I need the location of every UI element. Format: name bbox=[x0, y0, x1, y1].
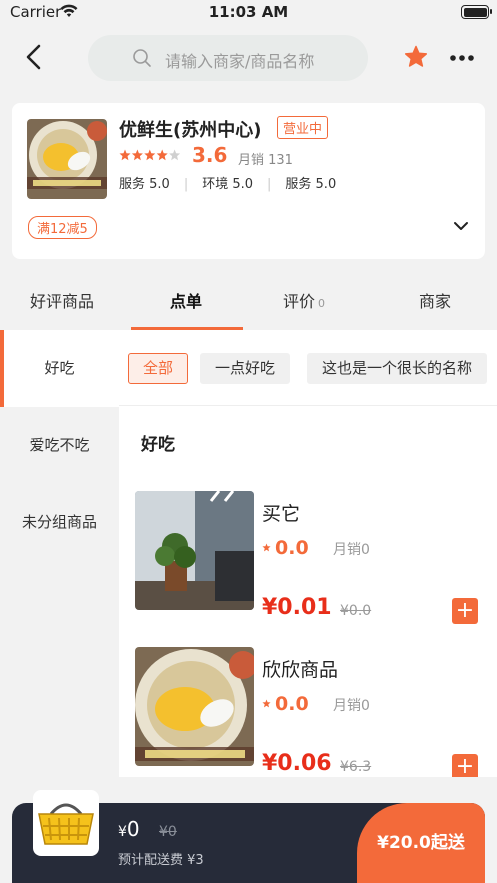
cart-currency: ¥ bbox=[118, 824, 127, 840]
category-label: 未分组商品 bbox=[21, 513, 97, 531]
category-item-tasty[interactable]: 好吃 bbox=[0, 330, 119, 407]
product-price: ¥0.06 bbox=[262, 751, 332, 776]
product-original-price: ¥0.0 bbox=[340, 603, 372, 619]
star-filled-icon bbox=[156, 149, 168, 161]
star-filled-icon bbox=[119, 149, 131, 161]
product-item[interactable]: 欣欣商品 0.0 月销0 ¥0.06 ¥6.3 + bbox=[119, 647, 497, 777]
product-rating: 0.0 bbox=[275, 693, 309, 715]
filter-chip-long-name[interactable]: 这也是一个很长的名称 bbox=[307, 353, 488, 384]
product-item[interactable]: 买它 0.0 月销0 ¥0.01 ¥0.0 + bbox=[119, 491, 497, 631]
product-image bbox=[135, 491, 254, 610]
review-count: 0 bbox=[318, 297, 325, 310]
add-to-cart-button[interactable]: + bbox=[452, 598, 478, 624]
more-icon[interactable] bbox=[449, 54, 475, 62]
group-title: 好吃 bbox=[141, 435, 175, 455]
product-name: 买它 bbox=[262, 503, 301, 525]
filter-chip-a-bit-tasty[interactable]: 一点好吃 bbox=[200, 353, 291, 384]
score-service-2: 服务 5.0 bbox=[285, 177, 337, 192]
store-scores: 服务 5.0 | 环境 5.0 | 服务 5.0 bbox=[119, 177, 337, 192]
tab-order[interactable]: 点单 bbox=[124, 288, 248, 312]
category-label: 好吃 bbox=[44, 359, 75, 377]
store-status-badge: 营业中 bbox=[277, 116, 329, 139]
product-sales: 月销0 bbox=[333, 542, 370, 558]
tab-label: 商家 bbox=[418, 292, 451, 311]
tab-merchant[interactable]: 商家 bbox=[373, 288, 497, 312]
delivery-fee: 预计配送费 ¥3 bbox=[118, 853, 204, 868]
clock: 11:03 AM bbox=[208, 3, 289, 21]
search-icon bbox=[133, 49, 151, 67]
tab-label: 好评商品 bbox=[29, 292, 94, 311]
back-icon[interactable] bbox=[20, 42, 50, 72]
favorite-star-icon[interactable] bbox=[404, 45, 428, 69]
shopping-basket-icon bbox=[38, 803, 94, 845]
active-category-indicator bbox=[0, 330, 4, 407]
store-monthly-sales: 月销 131 bbox=[238, 153, 293, 168]
filter-chips: 全部 一点好吃 这也是一个很长的名称 bbox=[119, 330, 497, 406]
star-icon bbox=[262, 699, 271, 708]
star-filled-icon bbox=[144, 149, 156, 161]
store-name: 优鲜生(苏州中心) bbox=[119, 120, 262, 141]
score-environment: 环境 5.0 bbox=[202, 177, 254, 192]
store-logo bbox=[27, 119, 107, 199]
star-icon bbox=[262, 543, 271, 552]
category-label: 爱吃不吃 bbox=[29, 436, 90, 454]
add-to-cart-button[interactable]: + bbox=[452, 754, 478, 777]
cart-original-total: ¥0 bbox=[159, 824, 177, 840]
score-service: 服务 5.0 bbox=[119, 177, 170, 192]
battery-icon bbox=[461, 5, 492, 19]
store-rating: 3.6 bbox=[192, 143, 228, 167]
tab-label: 点单 bbox=[169, 292, 202, 311]
status-bar: Carrier 11:03 AM bbox=[0, 0, 497, 26]
rating-stars bbox=[119, 149, 181, 161]
promo-tag: 满12减5 bbox=[28, 216, 97, 239]
store-info-card: 优鲜生(苏州中心) 营业中 3.6 月销 131 服务 5.0 | 环境 5.0 | 服… bbox=[12, 103, 485, 259]
chevron-down-icon[interactable] bbox=[453, 220, 469, 232]
tab-good-reviews[interactable]: 好评商品 bbox=[0, 288, 124, 312]
category-sidebar: 好吃 爱吃不吃 未分组商品 bbox=[0, 330, 119, 800]
product-image bbox=[135, 647, 254, 766]
star-empty-icon bbox=[169, 149, 181, 161]
product-original-price: ¥6.3 bbox=[340, 759, 372, 775]
store-tabs: 好评商品 点单 评价 0 商家 bbox=[0, 270, 497, 330]
tab-reviews[interactable]: 评价 0 bbox=[242, 288, 366, 312]
search-placeholder: 请输入商家/商品名称 bbox=[165, 52, 315, 71]
cart-basket-button[interactable] bbox=[33, 790, 99, 856]
cart-total: ¥0 bbox=[118, 817, 140, 841]
tab-label: 评价 bbox=[282, 292, 315, 311]
category-item-love-it-or-not[interactable]: 爱吃不吃 bbox=[0, 407, 119, 484]
cart-total-value: 0 bbox=[126, 817, 140, 841]
product-list-panel: 全部 一点好吃 这也是一个很长的名称 好吃 买它 0.0 月销0 ¥0.01 ¥… bbox=[119, 330, 497, 777]
product-price: ¥0.01 bbox=[262, 595, 332, 620]
filter-chip-all[interactable]: 全部 bbox=[128, 353, 189, 384]
product-name: 欣欣商品 bbox=[262, 659, 339, 681]
category-item-ungrouped[interactable]: 未分组商品 bbox=[0, 484, 119, 561]
search-input[interactable]: 请输入商家/商品名称 bbox=[88, 35, 368, 81]
product-sales: 月销0 bbox=[333, 698, 370, 714]
star-filled-icon bbox=[131, 149, 143, 161]
checkout-button[interactable]: ¥20.0起送 bbox=[357, 803, 485, 883]
product-rating: 0.0 bbox=[275, 537, 309, 559]
